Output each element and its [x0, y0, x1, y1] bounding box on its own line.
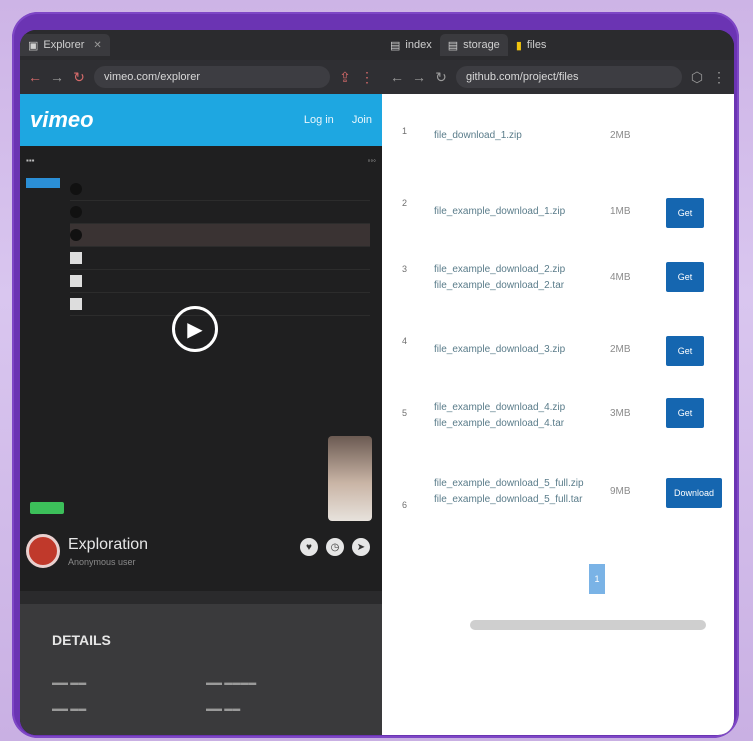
video-frame-sidebar [26, 178, 60, 274]
horizontal-scrollbar[interactable] [470, 620, 706, 630]
row-index: 6 [402, 500, 408, 510]
download-button[interactable]: Get [666, 398, 704, 428]
row-index: 1 [402, 126, 408, 136]
vimeo-page: vimeo Log in Join ▪▪▪ ◦◦◦ ▶ Exploration … [20, 94, 382, 735]
extension-icon[interactable]: ⬡ [690, 69, 704, 86]
download-button[interactable]: Get [666, 336, 704, 366]
video-actions: ♥ ◷ ➤ [300, 538, 370, 556]
detail-item: ▬▬ ▬▬ [206, 704, 241, 713]
video-subtitle[interactable]: Anonymous user [68, 557, 148, 567]
reload-icon[interactable]: ↻ [434, 69, 448, 86]
video-frame-header: ▪▪▪ ◦◦◦ [26, 156, 376, 165]
menu-icon[interactable]: ⋮ [712, 69, 726, 86]
status-chip [30, 502, 64, 514]
clock-icon[interactable]: ◷ [326, 538, 344, 556]
address-input[interactable]: github.com/project/files [456, 66, 682, 88]
file-name: file_download_1.zip [434, 130, 522, 141]
vimeo-nav: Log in Join [304, 114, 372, 126]
video-title: Exploration [68, 535, 149, 553]
forward-icon[interactable]: → [50, 69, 64, 85]
video-author: Exploration Anonymous user [26, 534, 148, 568]
file-size: 3MB [610, 408, 631, 419]
left-tabstrip: ▣ Explorer ✕ [20, 30, 382, 60]
file-name[interactable]: file_example_download_2.zip file_example… [434, 262, 594, 294]
tab-label: files [526, 39, 547, 51]
address-input[interactable]: vimeo.com/explorer [94, 66, 330, 88]
join-link[interactable]: Join [352, 114, 372, 126]
close-icon[interactable]: ✕ [93, 40, 101, 51]
file-size: 1MB [610, 206, 631, 217]
list-item: 2 file_example_download_1.zip 1MB Get [382, 194, 734, 242]
file-size: 2MB [610, 344, 631, 355]
file-list-page: 1 file_download_1.zip 2MB 2 file_example… [382, 94, 734, 735]
download-button[interactable]: Get [666, 262, 704, 292]
file-size: 9MB [610, 486, 631, 497]
vimeo-logo[interactable]: vimeo [30, 107, 94, 133]
back-icon[interactable]: ← [28, 69, 42, 85]
list-item: 1 file_download_1.zip 2MB [382, 120, 734, 168]
tab-label: Explorer [43, 39, 85, 51]
share-icon[interactable]: ⇪ [338, 69, 352, 86]
row-index: 2 [402, 198, 408, 208]
page-icon: ▤ [390, 39, 401, 52]
page-icon: ▤ [447, 39, 459, 52]
download-button[interactable]: Download [666, 478, 722, 508]
share-icon[interactable]: ➤ [352, 538, 370, 556]
screen: ▣ Explorer ✕ ← → ↻ vimeo.com/explorer ⇪ … [20, 30, 734, 735]
details-panel: DETAILS ▬▬ ▬▬ ▬▬ ▬▬▬▬ ▬▬ ▬▬ ▬▬ ▬▬ [20, 604, 382, 735]
download-button[interactable]: Get [666, 198, 704, 228]
row-index: 4 [402, 336, 408, 346]
details-title: DETAILS [52, 632, 111, 648]
detail-item: ▬▬ ▬▬ [52, 704, 87, 713]
file-name[interactable]: file_example_download_3.zip [434, 342, 594, 358]
avatar[interactable] [26, 534, 60, 568]
right-tab-3[interactable]: ▮ files [508, 34, 555, 56]
window-icon: ▣ [28, 39, 39, 52]
page-number-button[interactable]: 1 [589, 564, 605, 594]
tab-label: storage [463, 39, 500, 51]
like-icon[interactable]: ♥ [300, 538, 318, 556]
list-item: 3 file_example_download_2.zip file_examp… [382, 258, 734, 306]
list-item: 6 file_example_download_5_full.zip file_… [382, 468, 734, 516]
right-tabstrip: ▤ index ▤ storage ▮ files [382, 30, 734, 60]
login-link[interactable]: Log in [304, 114, 334, 126]
left-urlbar: ← → ↻ vimeo.com/explorer ⇪ ⋮ [20, 60, 382, 94]
right-urlbar: ← → ↻ github.com/project/files ⬡ ⋮ [382, 60, 734, 94]
left-tab-explorer[interactable]: ▣ Explorer ✕ [20, 34, 110, 56]
back-icon[interactable]: ← [390, 69, 404, 85]
file-name[interactable]: file_example_download_4.zip file_example… [434, 400, 594, 432]
file-size: 4MB [610, 272, 631, 283]
forward-icon[interactable]: → [412, 69, 426, 85]
reload-icon[interactable]: ↻ [72, 69, 86, 86]
folder-icon: ▮ [515, 39, 522, 52]
detail-item: ▬▬ ▬▬ [52, 678, 87, 687]
list-item: 4 file_example_download_3.zip 2MB Get [382, 332, 734, 380]
video-frame-list [70, 178, 370, 316]
video-player[interactable]: ▪▪▪ ◦◦◦ ▶ Exploration Anonymous user ♥ ◷… [20, 146, 382, 591]
webcam-overlay [328, 436, 372, 521]
detail-item: ▬▬ ▬▬▬▬ [206, 678, 257, 687]
row-index: 5 [402, 408, 408, 418]
tab-label: index [405, 39, 432, 51]
file-name[interactable]: file_example_download_5_full.zip file_ex… [434, 476, 604, 508]
right-tab-2[interactable]: ▤ storage [439, 34, 508, 56]
file-name[interactable]: file_example_download_1.zip [434, 204, 594, 220]
file-size: 2MB [610, 130, 631, 141]
play-button[interactable]: ▶ [172, 306, 218, 352]
right-tab-1[interactable]: ▤ index [382, 34, 440, 56]
row-index: 3 [402, 264, 408, 274]
list-item: 5 file_example_download_4.zip file_examp… [382, 394, 734, 442]
menu-icon[interactable]: ⋮ [360, 69, 374, 86]
vimeo-header: vimeo Log in Join [20, 94, 382, 146]
